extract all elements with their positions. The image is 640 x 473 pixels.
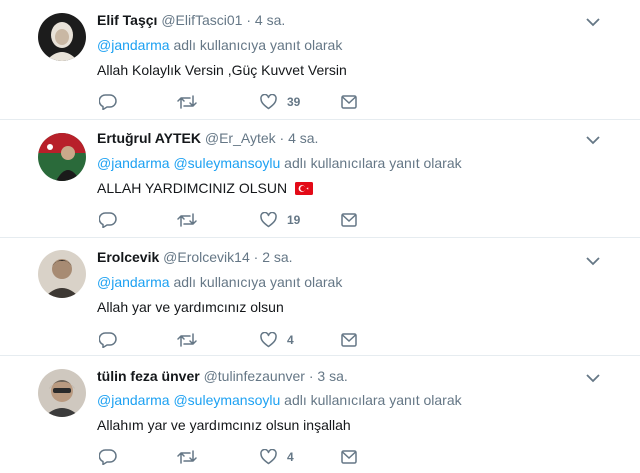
timestamp[interactable]: 4 sa. <box>255 12 285 28</box>
separator: · <box>246 12 252 28</box>
separator: · <box>253 249 259 265</box>
like-button[interactable]: 19 <box>260 210 300 230</box>
turkey-flag-icon <box>294 182 313 195</box>
envelope-icon <box>341 450 357 464</box>
reply-icon <box>99 94 117 110</box>
tweet-actions: 39 <box>97 92 397 112</box>
chevron-down-icon[interactable] <box>586 256 600 266</box>
tweet-text: Allah Kolaylık Versin ,Güç Kuvvet Versin <box>97 62 347 78</box>
display-name[interactable]: Erolcevik <box>97 249 159 265</box>
timestamp[interactable]: 4 sa. <box>288 130 318 146</box>
username[interactable]: @Er_Aytek <box>205 130 276 146</box>
tweet-text: Allah yar ve yardımcınız olsun <box>97 299 284 315</box>
chevron-down-icon[interactable] <box>586 373 600 383</box>
retweet-button[interactable] <box>177 210 197 230</box>
avatar[interactable] <box>38 250 86 298</box>
tweet-header: Elif Taşçı @ElifTasci01 · 4 sa. <box>97 12 285 28</box>
retweet-button[interactable] <box>177 447 197 467</box>
tweet-actions: 4 <box>97 447 397 467</box>
mention-link[interactable]: @jandarma <box>97 37 170 53</box>
direct-message-button[interactable] <box>341 330 357 350</box>
heart-icon <box>260 212 277 228</box>
mention-link[interactable]: @jandarma <box>97 392 170 408</box>
username[interactable]: @Erolcevik14 <box>163 249 250 265</box>
retweet-icon <box>177 95 197 109</box>
envelope-icon <box>341 213 357 227</box>
tweet[interactable]: Ertuğrul AYTEK @Er_Aytek · 4 sa. @jandar… <box>0 120 640 238</box>
retweet-icon <box>177 450 197 464</box>
reply-icon <box>99 212 117 228</box>
tweet-header: Erolcevik @Erolcevik14 · 2 sa. <box>97 249 293 265</box>
tweet-actions: 19 <box>97 210 397 230</box>
direct-message-button[interactable] <box>341 92 357 112</box>
separator: · <box>308 368 314 384</box>
timestamp[interactable]: 2 sa. <box>262 249 292 265</box>
heart-icon <box>260 449 277 465</box>
direct-message-button[interactable] <box>341 447 357 467</box>
like-count: 39 <box>287 95 301 109</box>
reply-icon <box>99 449 117 465</box>
avatar[interactable] <box>38 13 86 61</box>
tweet-text: ALLAH YARDIMCINIZ OLSUN <box>97 180 313 196</box>
username[interactable]: @ElifTasci01 <box>161 12 242 28</box>
avatar[interactable] <box>38 369 86 417</box>
display-name[interactable]: tülin feza ünver <box>97 368 200 384</box>
username[interactable]: @tulinfezaunver <box>204 368 305 384</box>
mention-link[interactable]: @jandarma <box>97 155 170 171</box>
mention-link[interactable]: @suleymansoylu <box>173 155 280 171</box>
chevron-down-icon[interactable] <box>586 135 600 145</box>
display-name[interactable]: Elif Taşçı <box>97 12 157 28</box>
separator: · <box>279 130 285 146</box>
reply-context: @jandarma adlı kullanıcıya yanıt olarak <box>97 274 342 290</box>
display-name[interactable]: Ertuğrul AYTEK <box>97 130 201 146</box>
mention-link[interactable]: @jandarma <box>97 274 170 290</box>
envelope-icon <box>341 333 357 347</box>
envelope-icon <box>341 95 357 109</box>
like-count: 4 <box>287 450 294 464</box>
tweet-header: tülin feza ünver @tulinfezaunver · 3 sa. <box>97 368 348 384</box>
like-button[interactable]: 4 <box>260 447 294 467</box>
tweet-text-content: ALLAH YARDIMCINIZ OLSUN <box>97 180 288 196</box>
chevron-down-icon[interactable] <box>586 17 600 27</box>
mention-link[interactable]: @suleymansoylu <box>173 392 280 408</box>
reply-button[interactable] <box>99 92 117 112</box>
reply-label: adlı kullanıcıya yanıt olarak <box>173 274 343 290</box>
tweet-header: Ertuğrul AYTEK @Er_Aytek · 4 sa. <box>97 130 318 146</box>
tweet[interactable]: Erolcevik @Erolcevik14 · 2 sa. @jandarma… <box>0 238 640 356</box>
retweet-button[interactable] <box>177 330 197 350</box>
tweet-text: Allahım yar ve yardımcınız olsun inşalla… <box>97 417 351 433</box>
like-count: 4 <box>287 333 294 347</box>
reply-label: adlı kullanıcılara yanıt olarak <box>284 392 462 408</box>
heart-icon <box>260 332 277 348</box>
retweet-icon <box>177 213 197 227</box>
tweet[interactable]: tülin feza ünver @tulinfezaunver · 3 sa.… <box>0 356 640 473</box>
reply-button[interactable] <box>99 330 117 350</box>
timestamp[interactable]: 3 sa. <box>317 368 347 384</box>
tweet[interactable]: Elif Taşçı @ElifTasci01 · 4 sa. @jandarm… <box>0 0 640 120</box>
like-count: 19 <box>287 213 301 227</box>
reply-button[interactable] <box>99 447 117 467</box>
reply-context: @jandarma adlı kullanıcıya yanıt olarak <box>97 37 342 53</box>
reply-context: @jandarma @suleymansoylu adlı kullanıcıl… <box>97 155 462 171</box>
retweet-icon <box>177 333 197 347</box>
retweet-button[interactable] <box>177 92 197 112</box>
direct-message-button[interactable] <box>341 210 357 230</box>
reply-context: @jandarma @suleymansoylu adlı kullanıcıl… <box>97 392 462 408</box>
reply-label: adlı kullanıcılara yanıt olarak <box>284 155 462 171</box>
reply-button[interactable] <box>99 210 117 230</box>
heart-icon <box>260 94 277 110</box>
like-button[interactable]: 39 <box>260 92 300 112</box>
tweet-actions: 4 <box>97 330 397 350</box>
like-button[interactable]: 4 <box>260 330 294 350</box>
avatar[interactable] <box>38 133 86 181</box>
reply-icon <box>99 332 117 348</box>
reply-label: adlı kullanıcıya yanıt olarak <box>173 37 343 53</box>
